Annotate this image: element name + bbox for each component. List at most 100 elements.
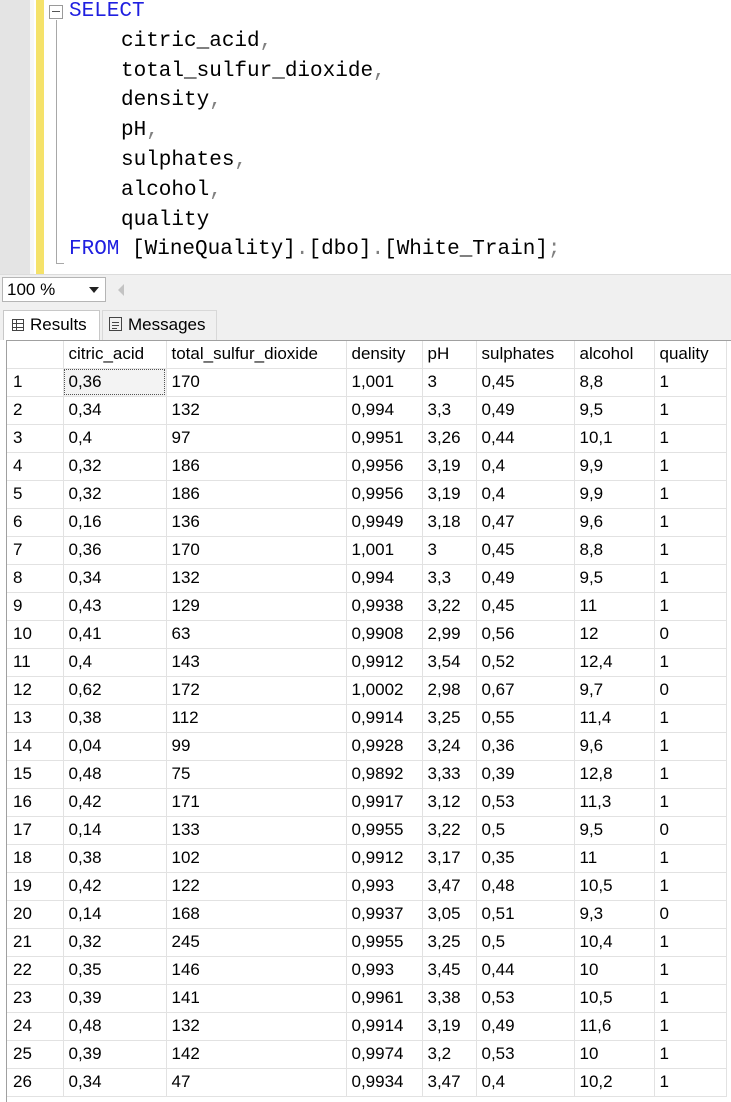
column-header-density[interactable]: density <box>346 341 423 369</box>
collapse-minus-icon[interactable] <box>49 5 63 19</box>
grid-cell[interactable]: 75 <box>166 760 347 789</box>
grid-corner-cell[interactable] <box>7 341 64 369</box>
grid-cell[interactable]: 1 <box>654 508 727 537</box>
grid-cell[interactable]: 0,49 <box>476 396 575 425</box>
grid-cell[interactable]: 0,9956 <box>346 452 423 481</box>
grid-cell[interactable]: 0,9912 <box>346 844 423 873</box>
grid-cell[interactable]: 0,9928 <box>346 732 423 761</box>
table-row[interactable]: 6 0,16 136 0,9949 3,18 0,47 9,6 1 <box>7 508 727 537</box>
grid-cell[interactable]: 1 <box>654 536 727 565</box>
grid-cell[interactable]: 0,993 <box>346 872 423 901</box>
grid-cell[interactable]: 143 <box>166 648 347 677</box>
grid-cell[interactable]: 3,19 <box>422 452 477 481</box>
table-row[interactable]: 2 0,34 132 0,994 3,3 0,49 9,5 1 <box>7 396 727 425</box>
grid-cell[interactable]: 1 <box>654 368 727 397</box>
grid-cell[interactable]: 0,53 <box>476 788 575 817</box>
grid-cell[interactable]: 3,2 <box>422 1040 477 1069</box>
row-number[interactable]: 19 <box>7 872 64 901</box>
grid-cell[interactable]: 0,39 <box>63 1040 167 1069</box>
grid-cell[interactable]: 0,993 <box>346 956 423 985</box>
results-pane[interactable]: citric_acid total_sulfur_dioxide density pH… <box>0 340 731 1102</box>
grid-cell[interactable]: 0,42 <box>63 788 167 817</box>
grid-cell[interactable]: 0,32 <box>63 480 167 509</box>
row-number[interactable]: 3 <box>7 424 64 453</box>
grid-cell[interactable]: 12,8 <box>574 760 655 789</box>
grid-cell[interactable]: 170 <box>166 536 347 565</box>
grid-cell[interactable]: 172 <box>166 676 347 705</box>
row-number[interactable]: 14 <box>7 732 64 761</box>
grid-cell[interactable]: 9,6 <box>574 508 655 537</box>
code-line[interactable]: quality <box>69 209 561 239</box>
grid-cell[interactable]: 1 <box>654 396 727 425</box>
grid-cell[interactable]: 132 <box>166 564 347 593</box>
grid-cell[interactable]: 3,26 <box>422 424 477 453</box>
table-row[interactable]: 7 0,36 170 1,001 3 0,45 8,8 1 <box>7 536 727 565</box>
grid-cell[interactable]: 9,5 <box>574 564 655 593</box>
table-row[interactable]: 25 0,39 142 0,9974 3,2 0,53 10 1 <box>7 1040 727 1069</box>
grid-cell[interactable]: 1 <box>654 452 727 481</box>
grid-cell[interactable]: 8,8 <box>574 536 655 565</box>
row-number[interactable]: 5 <box>7 480 64 509</box>
grid-cell[interactable]: 245 <box>166 928 347 957</box>
grid-cell[interactable]: 10,5 <box>574 984 655 1013</box>
table-row[interactable]: 19 0,42 122 0,993 3,47 0,48 10,5 1 <box>7 872 727 901</box>
grid-cell[interactable]: 0,9955 <box>346 928 423 957</box>
column-header-ph[interactable]: pH <box>422 341 477 369</box>
grid-cell[interactable]: 0,53 <box>476 1040 575 1069</box>
grid-cell[interactable]: 9,7 <box>574 676 655 705</box>
grid-cell[interactable]: 142 <box>166 1040 347 1069</box>
grid-cell[interactable]: 10,4 <box>574 928 655 957</box>
row-number[interactable]: 23 <box>7 984 64 1013</box>
grid-cell[interactable]: 0,34 <box>63 1068 167 1097</box>
row-number[interactable]: 9 <box>7 592 64 621</box>
code-line[interactable]: sulphates, <box>69 149 561 179</box>
grid-cell[interactable]: 0,53 <box>476 984 575 1013</box>
table-row[interactable]: 21 0,32 245 0,9955 3,25 0,5 10,4 1 <box>7 928 727 957</box>
grid-cell[interactable]: 0,14 <box>63 816 167 845</box>
grid-cell[interactable]: 1 <box>654 956 727 985</box>
row-number[interactable]: 18 <box>7 844 64 873</box>
grid-cell[interactable]: 0,38 <box>63 704 167 733</box>
grid-cell[interactable]: 11 <box>574 844 655 873</box>
grid-cell[interactable]: 0,39 <box>63 984 167 1013</box>
grid-cell[interactable]: 0,49 <box>476 564 575 593</box>
row-number[interactable]: 12 <box>7 676 64 705</box>
grid-cell[interactable]: 3,3 <box>422 396 477 425</box>
grid-cell[interactable]: 0,9938 <box>346 592 423 621</box>
row-number[interactable]: 2 <box>7 396 64 425</box>
grid-cell[interactable]: 0,36 <box>63 536 167 565</box>
row-number[interactable]: 15 <box>7 760 64 789</box>
grid-cell[interactable]: 186 <box>166 452 347 481</box>
table-row[interactable]: 1 0,36 170 1,001 3 0,45 8,8 1 <box>7 368 727 397</box>
grid-cell[interactable]: 0,14 <box>63 900 167 929</box>
grid-cell[interactable]: 10,1 <box>574 424 655 453</box>
grid-cell[interactable]: 168 <box>166 900 347 929</box>
grid-cell[interactable]: 136 <box>166 508 347 537</box>
grid-cell[interactable]: 132 <box>166 396 347 425</box>
grid-cell[interactable]: 0,36 <box>476 732 575 761</box>
row-number[interactable]: 8 <box>7 564 64 593</box>
grid-cell[interactable]: 3,22 <box>422 816 477 845</box>
grid-cell[interactable]: 3,3 <box>422 564 477 593</box>
grid-cell[interactable]: 1 <box>654 648 727 677</box>
grid-cell[interactable]: 0,43 <box>63 592 167 621</box>
grid-cell[interactable]: 0,4 <box>476 480 575 509</box>
grid-cell[interactable]: 1 <box>654 1040 727 1069</box>
grid-cell[interactable]: 0,9892 <box>346 760 423 789</box>
row-number[interactable]: 20 <box>7 900 64 929</box>
grid-cell[interactable]: 132 <box>166 1012 347 1041</box>
grid-cell[interactable]: 12,4 <box>574 648 655 677</box>
code-line[interactable]: alcohol, <box>69 179 561 209</box>
grid-cell[interactable]: 11,3 <box>574 788 655 817</box>
grid-cell[interactable]: 0,49 <box>476 1012 575 1041</box>
grid-cell[interactable]: 141 <box>166 984 347 1013</box>
table-row[interactable]: 22 0,35 146 0,993 3,45 0,44 10 1 <box>7 956 727 985</box>
grid-cell[interactable]: 0,35 <box>63 956 167 985</box>
table-row[interactable]: 3 0,4 97 0,9951 3,26 0,44 10,1 1 <box>7 424 727 453</box>
grid-cell[interactable]: 1,001 <box>346 368 423 397</box>
grid-cell[interactable]: 0,34 <box>63 564 167 593</box>
grid-cell[interactable]: 47 <box>166 1068 347 1097</box>
row-number[interactable]: 11 <box>7 648 64 677</box>
grid-cell[interactable]: 0,9951 <box>346 424 423 453</box>
grid-cell[interactable]: 0,9955 <box>346 816 423 845</box>
